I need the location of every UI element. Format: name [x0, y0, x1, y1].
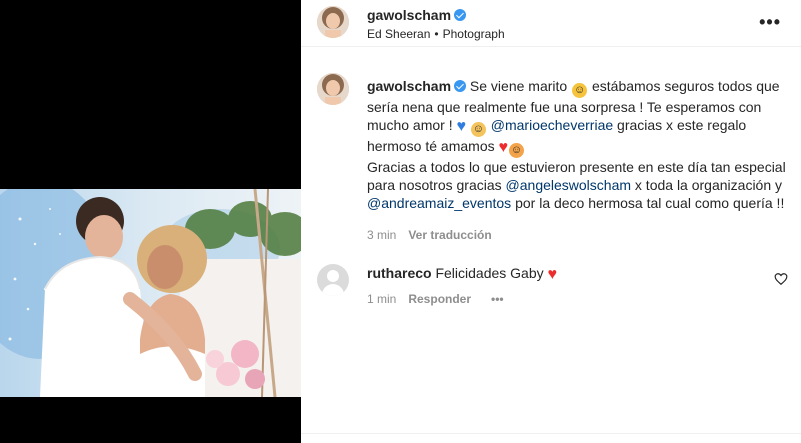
red-heart-icon: ♥: [498, 139, 509, 156]
mention-link[interactable]: @angeleswolscham: [506, 177, 632, 193]
comment-more-options-button[interactable]: •••: [491, 292, 504, 306]
author-avatar[interactable]: [317, 6, 349, 38]
photo-illustration: [0, 189, 301, 397]
baby-emoji-icon: ☺: [470, 122, 486, 137]
mention-link[interactable]: @marioecheverriae: [491, 117, 613, 133]
caption-avatar[interactable]: [317, 73, 349, 105]
caption-verified-icon: [454, 80, 467, 92]
post-type-label: Photograph: [442, 27, 505, 41]
red-heart-icon: ♥: [547, 266, 558, 283]
laughing-emoji-icon: ☺: [572, 83, 588, 98]
divider: [301, 433, 801, 434]
caption-time: 3 min: [367, 228, 397, 242]
caption-username[interactable]: gawolscham: [367, 78, 451, 94]
comment-meta: 1 min Responder •••: [367, 292, 504, 306]
author-username-row: gawolscham: [367, 7, 467, 23]
post-header: gawolscham Ed Sheeran • Photograph •••: [301, 0, 801, 47]
see-translation-button[interactable]: Ver traducción: [408, 228, 491, 242]
reply-button[interactable]: Responder: [408, 292, 471, 306]
caption-avatar-image: [317, 73, 349, 105]
post-caption: gawolscham Se viene marito ☺ estábamos s…: [367, 77, 787, 212]
commenter-username[interactable]: ruthareco: [367, 265, 432, 281]
author-avatar-image: [317, 6, 349, 38]
comment-time: 1 min: [367, 292, 397, 306]
commenter-avatar[interactable]: [317, 264, 349, 296]
verified-badge-icon: [454, 9, 467, 21]
caption-text-6: por la deco hermosa tal cual como quería…: [515, 195, 785, 211]
comment-text: Felicidades Gaby: [435, 265, 544, 281]
more-options-button[interactable]: •••: [759, 13, 781, 31]
post-photo[interactable]: [0, 189, 301, 397]
post-media-area: [0, 0, 301, 443]
default-avatar-body: [322, 284, 344, 296]
post-subtitle: Ed Sheeran • Photograph: [367, 27, 505, 41]
author-username[interactable]: gawolscham: [367, 7, 451, 23]
caption-text-1: Se viene marito: [469, 78, 568, 94]
caption-text-5: x toda la organización y: [634, 177, 783, 193]
mention-link[interactable]: @andreamaiz_eventos: [367, 195, 511, 211]
like-comment-heart-icon[interactable]: [774, 272, 788, 286]
blue-heart-icon: ♥: [456, 118, 466, 135]
post-detail-panel: gawolscham Ed Sheeran • Photograph ••• gaw…: [301, 0, 801, 443]
subtitle-separator: •: [434, 27, 439, 41]
default-avatar-head: [327, 270, 339, 282]
music-label[interactable]: Ed Sheeran: [367, 27, 430, 41]
smiling-hearts-emoji-icon: ☺: [509, 143, 524, 158]
caption-meta: 3 min Ver traducción: [367, 228, 492, 242]
comment: ruthareco Felicidades Gaby ♥: [367, 265, 558, 283]
